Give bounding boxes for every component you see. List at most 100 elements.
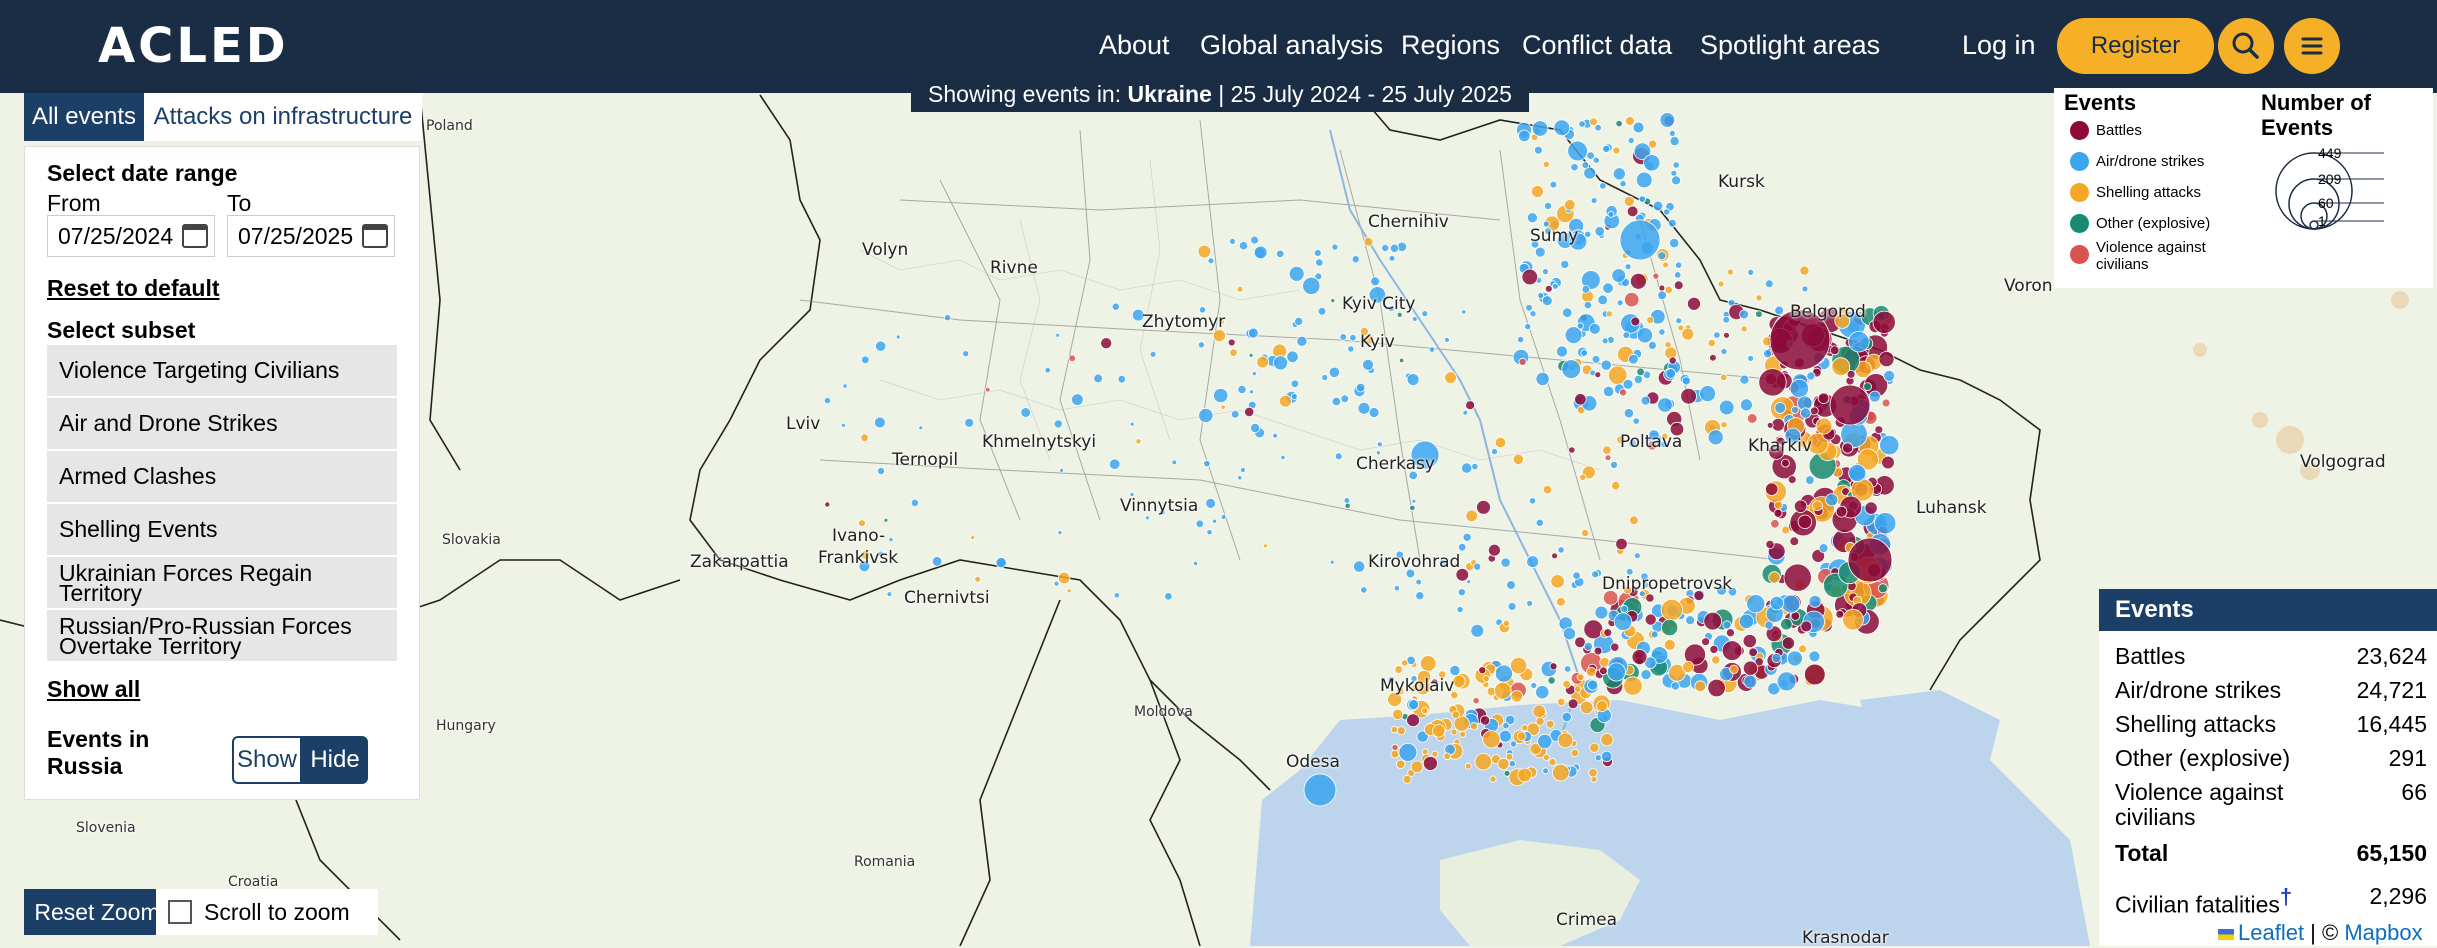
event-marker[interactable] xyxy=(1818,543,1829,553)
event-marker[interactable] xyxy=(1250,422,1261,433)
event-marker[interactable] xyxy=(1868,390,1881,403)
event-marker[interactable] xyxy=(995,556,1007,569)
event-marker[interactable] xyxy=(1877,583,1888,594)
event-marker[interactable] xyxy=(1669,238,1680,249)
event-marker[interactable] xyxy=(1672,161,1680,169)
event-marker[interactable] xyxy=(1059,467,1064,473)
event-marker[interactable] xyxy=(1878,351,1895,368)
event-marker[interactable] xyxy=(1746,594,1766,614)
event-marker[interactable] xyxy=(1510,740,1518,748)
event-marker[interactable] xyxy=(1781,458,1790,468)
event-marker[interactable] xyxy=(1548,758,1557,767)
event-marker[interactable] xyxy=(1465,400,1475,411)
event-marker[interactable] xyxy=(1594,754,1602,762)
event-marker[interactable] xyxy=(1390,725,1399,734)
event-marker[interactable] xyxy=(1652,272,1660,280)
event-marker[interactable] xyxy=(1619,388,1628,397)
acled-logo[interactable]: ACLED xyxy=(98,18,289,74)
event-marker[interactable] xyxy=(1535,716,1545,726)
event-marker[interactable] xyxy=(1331,243,1339,251)
event-marker[interactable] xyxy=(1747,268,1755,276)
event-marker[interactable] xyxy=(1701,637,1710,647)
event-marker[interactable] xyxy=(1643,154,1661,172)
event-marker[interactable] xyxy=(1471,462,1479,471)
event-marker[interactable] xyxy=(1093,373,1103,384)
event-marker[interactable] xyxy=(1602,144,1611,153)
event-marker[interactable] xyxy=(970,535,976,540)
event-marker[interactable] xyxy=(1351,255,1360,264)
event-marker[interactable] xyxy=(1171,459,1178,466)
event-marker[interactable] xyxy=(1389,243,1400,253)
event-marker[interactable] xyxy=(1664,341,1672,349)
event-marker[interactable] xyxy=(1768,571,1781,584)
event-marker[interactable] xyxy=(1549,662,1558,671)
subset-russian-forces-overtake-territory[interactable]: Russian/Pro-Russian Forces Overtake Terr… xyxy=(47,610,397,661)
event-marker[interactable] xyxy=(895,334,901,340)
event-marker[interactable] xyxy=(1248,352,1254,358)
event-marker[interactable] xyxy=(1628,353,1639,365)
event-marker[interactable] xyxy=(1650,630,1659,639)
event-marker[interactable] xyxy=(1393,585,1401,592)
event-marker[interactable] xyxy=(1506,580,1516,590)
event-marker[interactable] xyxy=(1108,458,1121,470)
event-marker[interactable] xyxy=(1230,409,1240,419)
event-marker[interactable] xyxy=(1526,555,1540,569)
event-marker[interactable] xyxy=(1502,619,1511,627)
event-marker[interactable] xyxy=(1808,650,1821,663)
event-marker[interactable] xyxy=(1303,773,1337,807)
event-marker[interactable] xyxy=(1629,515,1639,526)
event-marker[interactable] xyxy=(1552,763,1570,782)
event-marker[interactable] xyxy=(1280,454,1286,461)
event-marker[interactable] xyxy=(1755,294,1763,302)
event-marker[interactable] xyxy=(1669,136,1680,147)
event-marker[interactable] xyxy=(1801,285,1809,293)
event-marker[interactable] xyxy=(1357,401,1371,415)
event-marker[interactable] xyxy=(1658,328,1666,336)
event-marker[interactable] xyxy=(1623,676,1643,696)
event-marker[interactable] xyxy=(1524,323,1532,331)
event-marker[interactable] xyxy=(1406,713,1420,728)
event-marker[interactable] xyxy=(1606,662,1626,682)
event-marker[interactable] xyxy=(1347,345,1355,353)
event-marker[interactable] xyxy=(1685,615,1695,626)
event-marker[interactable] xyxy=(1542,268,1550,276)
event-marker[interactable] xyxy=(1355,382,1366,393)
event-marker[interactable] xyxy=(1444,371,1457,384)
event-marker[interactable] xyxy=(1526,212,1538,224)
event-marker[interactable] xyxy=(1510,690,1524,703)
scroll-to-zoom-checkbox[interactable] xyxy=(168,900,192,924)
event-marker[interactable] xyxy=(1290,393,1298,400)
event-marker[interactable] xyxy=(1755,310,1763,318)
event-marker[interactable] xyxy=(1600,359,1612,371)
event-marker[interactable] xyxy=(1402,774,1412,784)
event-marker[interactable] xyxy=(1517,767,1532,783)
event-marker[interactable] xyxy=(1544,201,1553,210)
event-marker[interactable] xyxy=(1747,354,1754,362)
event-marker[interactable] xyxy=(1113,592,1120,599)
event-marker[interactable] xyxy=(1623,408,1635,419)
event-marker[interactable] xyxy=(1431,750,1439,758)
event-marker[interactable] xyxy=(1591,570,1599,579)
event-marker[interactable] xyxy=(1529,310,1537,318)
event-marker[interactable] xyxy=(1462,409,1469,416)
event-marker[interactable] xyxy=(1071,393,1084,406)
event-marker[interactable] xyxy=(1525,303,1533,312)
event-marker[interactable] xyxy=(1646,316,1655,325)
event-marker[interactable] xyxy=(1804,663,1826,686)
tab-attacks-on-infrastructure[interactable]: Attacks on infrastructure xyxy=(144,93,422,141)
event-marker[interactable] xyxy=(1831,357,1851,377)
event-marker[interactable] xyxy=(1588,768,1598,778)
event-marker[interactable] xyxy=(1657,397,1673,413)
show-all-link[interactable]: Show all xyxy=(47,676,140,703)
event-marker[interactable] xyxy=(824,501,831,508)
event-marker[interactable] xyxy=(1586,151,1595,160)
event-marker[interactable] xyxy=(1607,210,1615,218)
event-marker[interactable] xyxy=(1353,560,1366,573)
event-marker[interactable] xyxy=(1331,396,1342,407)
event-marker[interactable] xyxy=(1044,367,1051,374)
event-marker[interactable] xyxy=(1507,602,1517,611)
event-marker[interactable] xyxy=(1542,767,1549,775)
event-marker[interactable] xyxy=(1632,121,1645,134)
event-marker[interactable] xyxy=(1620,604,1629,613)
event-marker[interactable] xyxy=(1658,284,1666,292)
